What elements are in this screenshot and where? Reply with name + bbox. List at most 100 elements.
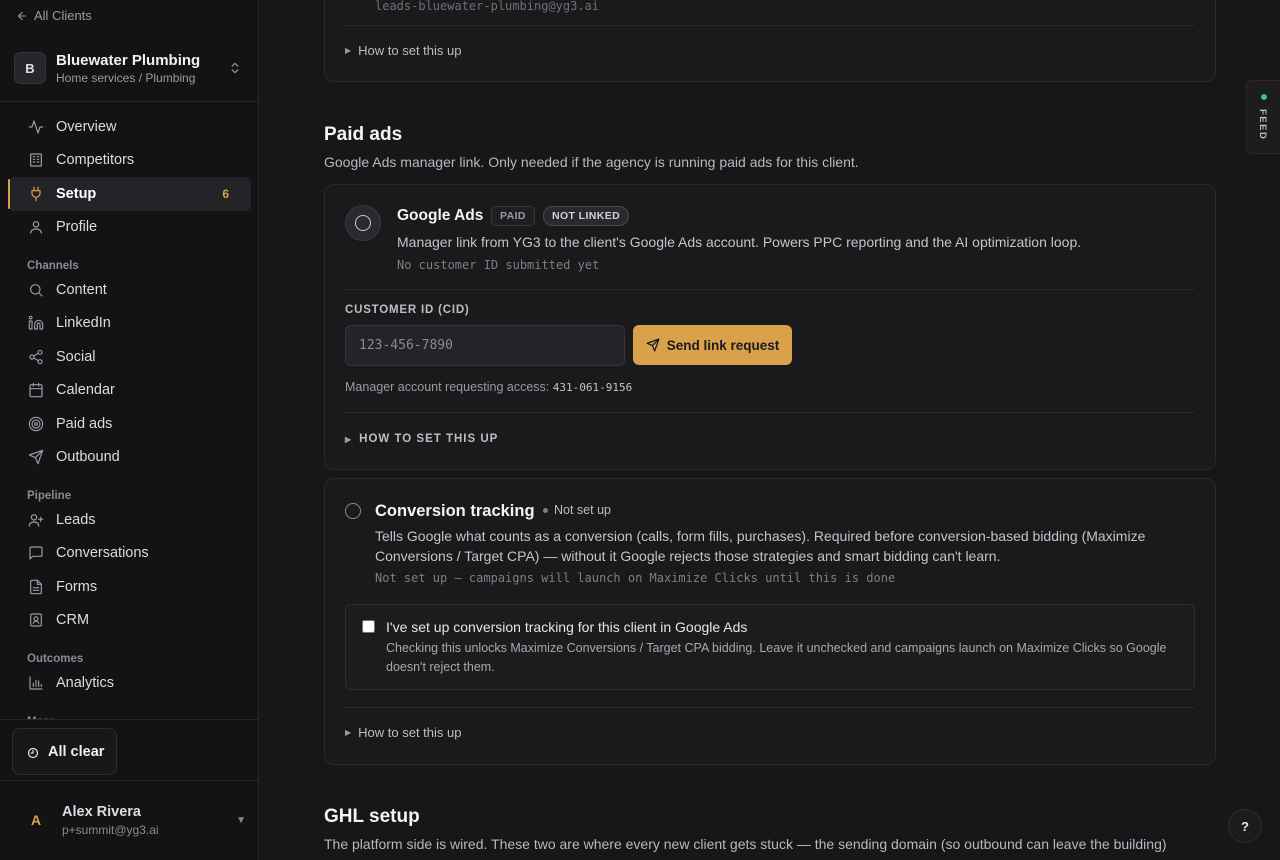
send-icon xyxy=(646,338,660,352)
sidebar-item-calendar[interactable]: Calendar xyxy=(8,374,251,408)
status-circle-icon xyxy=(345,205,381,241)
divider xyxy=(0,780,259,781)
howto-toggle[interactable]: ▶ How to set this up xyxy=(345,725,461,740)
feed-tab[interactable]: FEED xyxy=(1246,80,1280,154)
client-info: Bluewater Plumbing Home services / Plumb… xyxy=(56,51,228,86)
sidebar-item-paid-ads[interactable]: Paid ads xyxy=(8,407,251,441)
conversion-confirm-checkbox[interactable] xyxy=(362,620,375,633)
contact-icon xyxy=(30,613,42,627)
google-ads-description: Manager link from YG3 to the client's Go… xyxy=(397,234,1082,250)
sidebar-item-social[interactable]: Social xyxy=(8,340,251,374)
section-description: The platform side is wired. These two ar… xyxy=(324,836,1167,852)
howto-toggle[interactable]: ▶ How to set this up xyxy=(345,43,461,58)
sidebar-item-label: Overview xyxy=(56,118,117,135)
bar-chart-icon xyxy=(29,676,43,690)
status-dot-icon xyxy=(543,507,548,513)
sidebar-item-leads[interactable]: Leads xyxy=(8,503,251,537)
client-name: Bluewater Plumbing xyxy=(56,51,201,69)
sidebar-item-label: Setup xyxy=(56,185,97,202)
divider xyxy=(345,707,1195,708)
caret-down-icon: ▼ xyxy=(236,814,246,826)
sidebar-item-setup[interactable]: Setup 6 xyxy=(8,177,251,211)
conversion-tracking-title: Conversion tracking xyxy=(375,502,535,520)
customer-id-input[interactable] xyxy=(345,325,625,366)
user-icon xyxy=(30,221,42,234)
calendar-icon xyxy=(29,382,43,398)
client-switcher[interactable]: B Bluewater Plumbing Home services / Plu… xyxy=(14,48,246,88)
target-icon xyxy=(28,416,44,432)
clock-icon xyxy=(27,747,39,758)
paid-badge: PAID xyxy=(491,206,535,226)
search-icon xyxy=(30,283,43,297)
user-email: p+summit@yg3.ai xyxy=(62,823,159,837)
sidebar-item-label: Competitors xyxy=(56,152,135,169)
sidebar-item-label: Calendar xyxy=(56,382,115,399)
building-icon xyxy=(30,153,42,167)
sidebar-item-label: Outbound xyxy=(56,449,120,466)
sidebar-item-label: Forms xyxy=(56,578,98,595)
conversion-tracking-description: Tells Google what counts as a conversion… xyxy=(375,528,1146,564)
pipeline-heading: Pipeline xyxy=(27,490,72,502)
manager-account-line: Manager account requesting access: 431-0… xyxy=(345,380,632,394)
checkbox-description: Checking this unlocks Maximize Conversio… xyxy=(386,641,1167,674)
sidebar-item-outbound[interactable]: Outbound xyxy=(8,441,251,475)
status-label: Not set up xyxy=(554,503,611,517)
section-description: Google Ads manager link. Only needed if … xyxy=(324,154,859,170)
sidebar-item-crm[interactable]: CRM xyxy=(8,604,251,638)
sidebar-item-label: Content xyxy=(56,281,107,298)
google-ads-card: Google Ads PAID NOT LINKED Manager link … xyxy=(324,184,1216,470)
sidebar-item-competitors[interactable]: Competitors xyxy=(8,144,251,178)
setup-card-previous: leads-bluewater-plumbing@yg3.ai ▶ How to… xyxy=(324,0,1216,82)
sidebar-item-label: CRM xyxy=(56,612,90,629)
all-clear-label: All clear xyxy=(48,743,105,760)
sidebar-item-label: Paid ads xyxy=(56,415,113,432)
main-content: leads-bluewater-plumbing@yg3.ai ▶ How to… xyxy=(260,0,1280,860)
all-clients-label: All Clients xyxy=(34,8,92,23)
sidebar-item-label: Analytics xyxy=(56,674,115,691)
howto-label: How to set this up xyxy=(358,43,462,58)
faded-email: leads-bluewater-plumbing@yg3.ai xyxy=(375,0,599,13)
sidebar-item-content[interactable]: Content xyxy=(8,273,251,307)
sidebar-item-analytics[interactable]: Analytics xyxy=(8,666,251,700)
client-avatar: B xyxy=(14,52,46,84)
sidebar-item-linkedin[interactable]: LinkedIn xyxy=(8,307,251,341)
section-title-paid-ads: Paid ads xyxy=(324,124,403,145)
sidebar-item-profile[interactable]: Profile xyxy=(8,211,251,245)
share-icon xyxy=(29,349,43,365)
divider xyxy=(345,289,1195,290)
divider xyxy=(345,25,1195,26)
sidebar-item-conversations[interactable]: Conversations xyxy=(8,537,251,571)
section-title-ghl: GHL setup xyxy=(324,806,420,827)
howto-label: HOW TO SET THIS UP xyxy=(359,433,499,445)
howto-label: How to set this up xyxy=(358,725,462,740)
sidebar-item-label: Leads xyxy=(56,511,96,528)
channels-heading: Channels xyxy=(27,260,79,272)
google-ads-subtext: No customer ID submitted yet xyxy=(397,258,600,272)
avatar: A xyxy=(30,812,42,828)
all-clients-link[interactable]: All Clients xyxy=(16,8,92,23)
user-info: Alex Rivera p+summit@yg3.ai xyxy=(62,802,236,838)
all-clear-button[interactable]: All clear xyxy=(12,728,117,775)
setup-count-badge: 6 xyxy=(222,186,229,201)
send-link-request-label: Send link request xyxy=(666,337,780,353)
status-badge: Not set up xyxy=(543,503,611,517)
howto-toggle[interactable]: ▶ HOW TO SET THIS UP xyxy=(345,433,498,445)
live-dot-icon xyxy=(1261,94,1267,100)
chevrons-up-down-icon xyxy=(231,62,239,74)
sidebar-item-overview[interactable]: Overview xyxy=(8,110,251,144)
user-menu[interactable]: A Alex Rivera p+summit@yg3.ai ▼ xyxy=(20,800,246,840)
arrow-left-icon xyxy=(17,11,27,20)
divider xyxy=(0,719,259,720)
feed-label: FEED xyxy=(1257,109,1268,141)
divider xyxy=(345,412,1195,413)
send-icon xyxy=(28,449,44,465)
sidebar-item-label: Social xyxy=(56,348,96,365)
sidebar-item-label: LinkedIn xyxy=(56,315,111,332)
sidebar-item-label: Profile xyxy=(56,219,98,236)
conversion-confirm-box: I've set up conversion tracking for this… xyxy=(345,604,1195,690)
sidebar-item-label: Conversations xyxy=(56,545,149,562)
send-link-request-button[interactable]: Send link request xyxy=(633,325,792,365)
sidebar-item-forms[interactable]: Forms xyxy=(8,570,251,604)
google-ads-title: Google Ads xyxy=(397,207,484,224)
help-button[interactable]: ? xyxy=(1228,809,1262,843)
